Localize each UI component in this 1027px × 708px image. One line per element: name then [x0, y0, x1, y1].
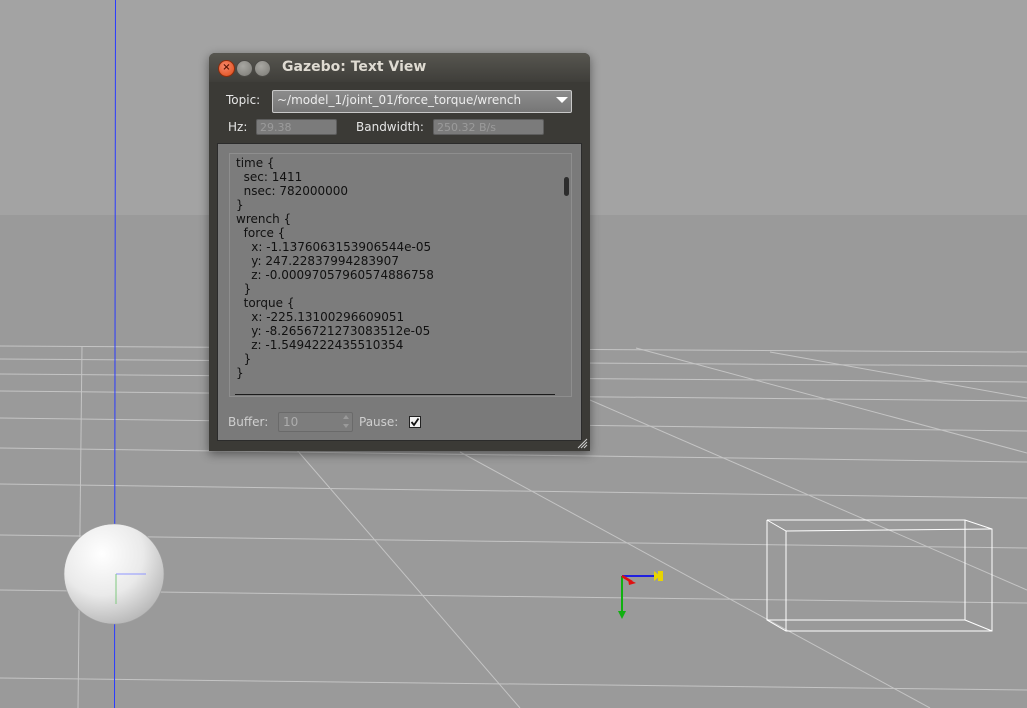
message-text-area[interactable]: time { sec: 1411 nsec: 782000000 } wrenc… — [229, 153, 572, 397]
buffer-value: 10 — [283, 415, 299, 429]
window-title: Gazebo: Text View — [282, 59, 427, 75]
text-view-window: × Gazebo: Text View Topic: ~/model_1/joi… — [209, 53, 590, 451]
hz-label: Hz: — [228, 120, 248, 134]
topic-value: ~/model_1/joint_01/force_torque/wrench — [277, 93, 522, 107]
hz-field: 29.38 — [256, 119, 337, 135]
minimize-icon[interactable] — [236, 60, 253, 77]
bandwidth-field: 250.32 B/s — [433, 119, 544, 135]
topic-dropdown[interactable]: ~/model_1/joint_01/force_torque/wrench — [272, 90, 572, 113]
buffer-spinbox[interactable]: 10 — [278, 412, 353, 432]
sphere-model[interactable] — [63, 523, 165, 625]
scrollbar-thumb[interactable] — [564, 177, 569, 196]
pause-checkbox[interactable] — [409, 416, 421, 428]
buffer-label: Buffer: — [228, 415, 269, 429]
maximize-icon[interactable] — [254, 60, 271, 77]
pause-label: Pause: — [359, 415, 399, 429]
spin-up-icon[interactable] — [343, 415, 349, 419]
message-separator — [235, 394, 555, 395]
topic-label: Topic: — [226, 93, 261, 107]
spin-down-icon[interactable] — [343, 424, 349, 428]
bandwidth-label: Bandwidth: — [356, 120, 424, 134]
message-panel: time { sec: 1411 nsec: 782000000 } wrenc… — [217, 143, 582, 441]
resize-grip-icon[interactable] — [576, 437, 588, 449]
close-icon[interactable]: × — [218, 60, 235, 77]
message-text: time { sec: 1411 nsec: 782000000 } wrenc… — [236, 156, 434, 380]
window-titlebar[interactable]: × Gazebo: Text View — [209, 53, 590, 82]
checkmark-icon — [410, 417, 420, 427]
chevron-down-icon — [556, 97, 568, 103]
